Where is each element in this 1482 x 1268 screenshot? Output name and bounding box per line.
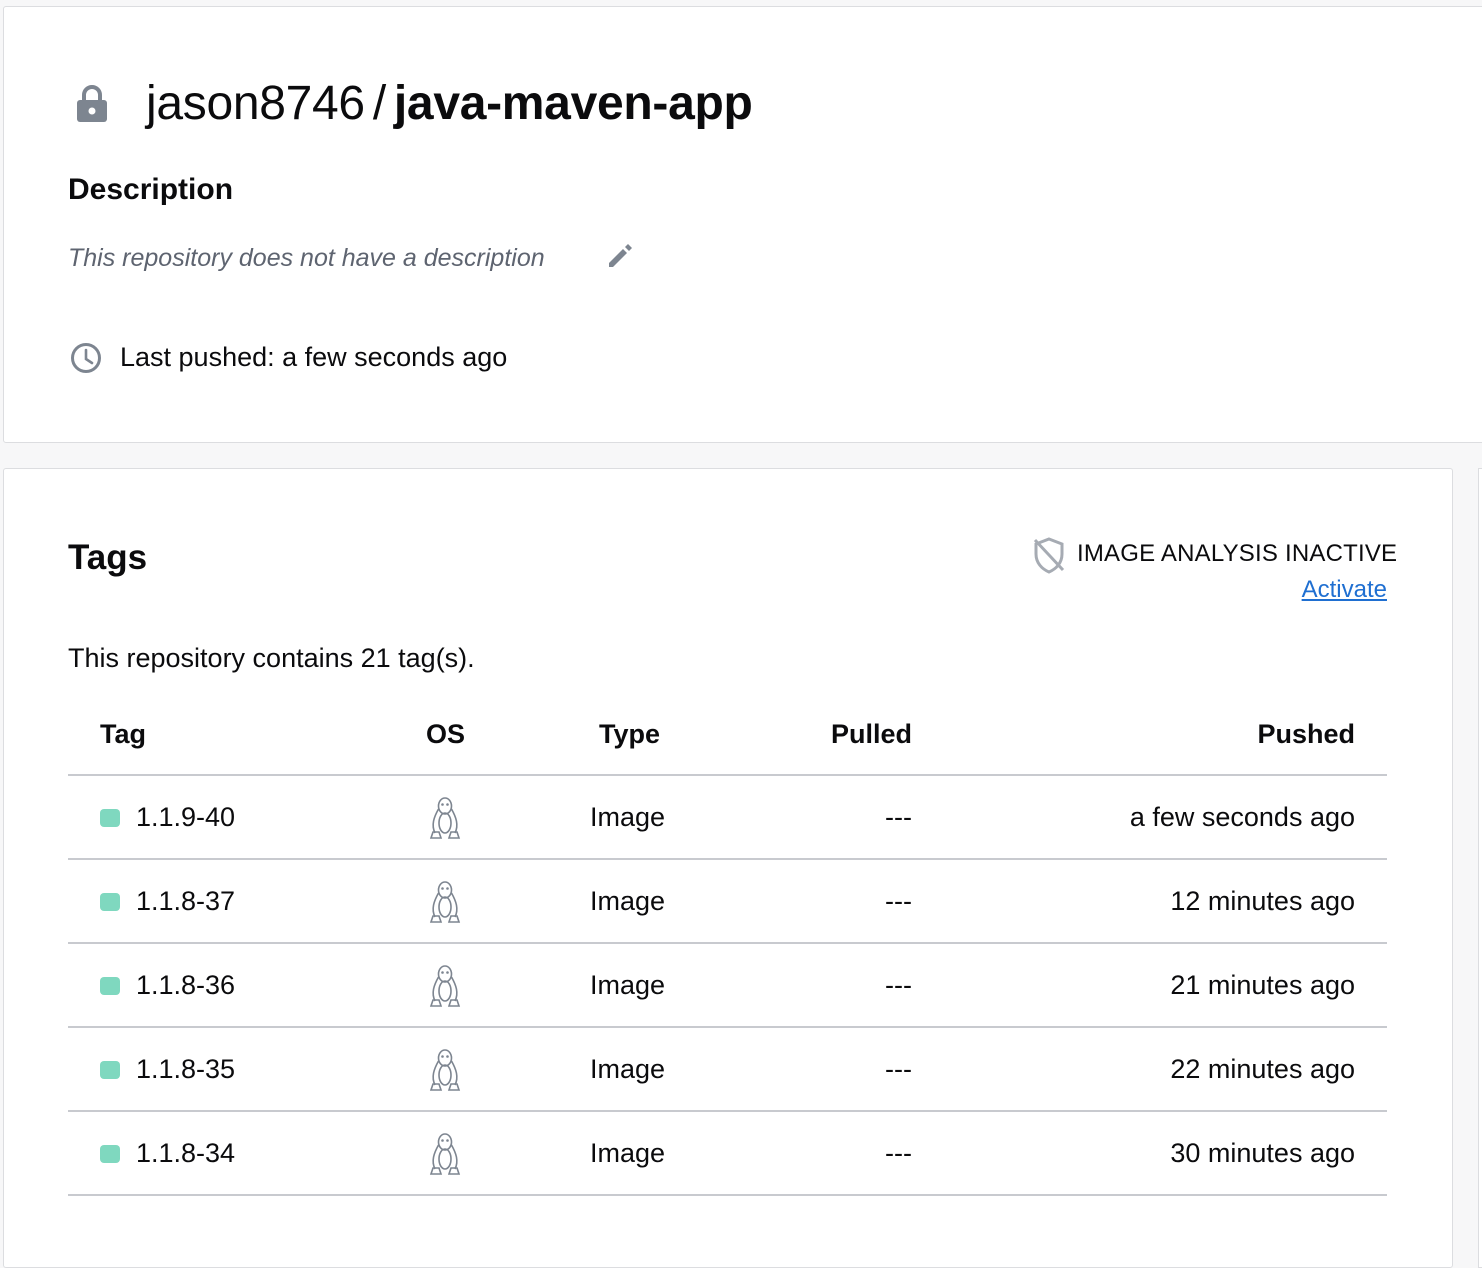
tag-type: Image bbox=[590, 970, 666, 1000]
tag-pulled: --- bbox=[885, 802, 912, 832]
linux-icon bbox=[429, 1133, 461, 1175]
tag-name[interactable]: 1.1.8-34 bbox=[136, 1136, 235, 1170]
tags-table: Tag OS Type Pulled Pushed 1.1.9-40 Image… bbox=[68, 692, 1387, 1196]
tag-pushed: 22 minutes ago bbox=[1170, 1054, 1355, 1084]
table-row[interactable]: 1.1.9-40 Image --- a few seconds ago bbox=[68, 776, 1387, 860]
tag-name[interactable]: 1.1.8-35 bbox=[136, 1052, 235, 1086]
table-row[interactable]: 1.1.8-37 Image --- 12 minutes ago bbox=[68, 860, 1387, 944]
shield-off-icon bbox=[1033, 537, 1065, 574]
tag-name[interactable]: 1.1.8-36 bbox=[136, 968, 235, 1002]
repository-title: jason8746/java-maven-app bbox=[146, 74, 753, 134]
last-pushed-text: Last pushed: a few seconds ago bbox=[120, 342, 508, 372]
linux-icon bbox=[429, 797, 461, 839]
activate-link[interactable]: Activate bbox=[1302, 574, 1387, 606]
column-header-pulled[interactable]: Pulled bbox=[831, 717, 912, 751]
tag-pulled: --- bbox=[885, 1138, 912, 1168]
tag-name[interactable]: 1.1.9-40 bbox=[136, 800, 235, 834]
repository-name: java-maven-app bbox=[393, 77, 753, 130]
linux-icon bbox=[429, 965, 461, 1007]
tag-type: Image bbox=[590, 886, 666, 916]
table-row[interactable]: 1.1.8-36 Image --- 21 minutes ago bbox=[68, 944, 1387, 1028]
table-row[interactable]: 1.1.8-34 Image --- 30 minutes ago bbox=[68, 1112, 1387, 1196]
tag-pulled: --- bbox=[885, 1054, 912, 1084]
table-row[interactable]: 1.1.8-35 Image --- 22 minutes ago bbox=[68, 1028, 1387, 1112]
linux-icon bbox=[429, 1049, 461, 1091]
repository-separator: / bbox=[372, 77, 386, 130]
column-header-pushed[interactable]: Pushed bbox=[1257, 717, 1355, 751]
tag-type: Image bbox=[590, 1138, 666, 1168]
image-analysis-status: IMAGE ANALYSIS INACTIVE bbox=[1077, 540, 1398, 567]
tag-status-indicator bbox=[100, 893, 120, 911]
column-header-os: OS bbox=[426, 719, 466, 749]
table-header: Tag OS Type Pulled Pushed bbox=[68, 692, 1387, 776]
tag-pushed: a few seconds ago bbox=[1129, 802, 1355, 832]
tag-type: Image bbox=[590, 802, 666, 832]
repository-owner[interactable]: jason8746 bbox=[146, 77, 365, 130]
tag-type: Image bbox=[590, 1054, 666, 1084]
column-header-type: Type bbox=[599, 719, 661, 749]
description-placeholder: This repository does not have a descript… bbox=[68, 244, 545, 272]
tags-heading: Tags bbox=[68, 538, 148, 577]
tag-pushed: 30 minutes ago bbox=[1170, 1138, 1355, 1168]
lock-icon bbox=[77, 85, 107, 122]
column-header-tag[interactable]: Tag bbox=[100, 717, 146, 751]
linux-icon bbox=[429, 881, 461, 923]
tag-count-text: This repository contains 21 tag(s). bbox=[68, 643, 475, 673]
tag-pulled: --- bbox=[885, 970, 912, 1000]
tag-pushed: 12 minutes ago bbox=[1170, 886, 1355, 916]
tag-name[interactable]: 1.1.8-37 bbox=[136, 884, 235, 918]
side-panel-edge bbox=[1478, 468, 1482, 1268]
tag-pushed: 21 minutes ago bbox=[1170, 970, 1355, 1000]
description-heading: Description bbox=[68, 173, 234, 206]
tag-status-indicator bbox=[100, 809, 120, 827]
pencil-icon[interactable] bbox=[605, 241, 635, 271]
tag-status-indicator bbox=[100, 1061, 120, 1079]
tag-status-indicator bbox=[100, 1145, 120, 1163]
clock-icon bbox=[71, 343, 101, 373]
repository-header-card bbox=[3, 6, 1482, 443]
tag-pulled: --- bbox=[885, 886, 912, 916]
tag-status-indicator bbox=[100, 977, 120, 995]
